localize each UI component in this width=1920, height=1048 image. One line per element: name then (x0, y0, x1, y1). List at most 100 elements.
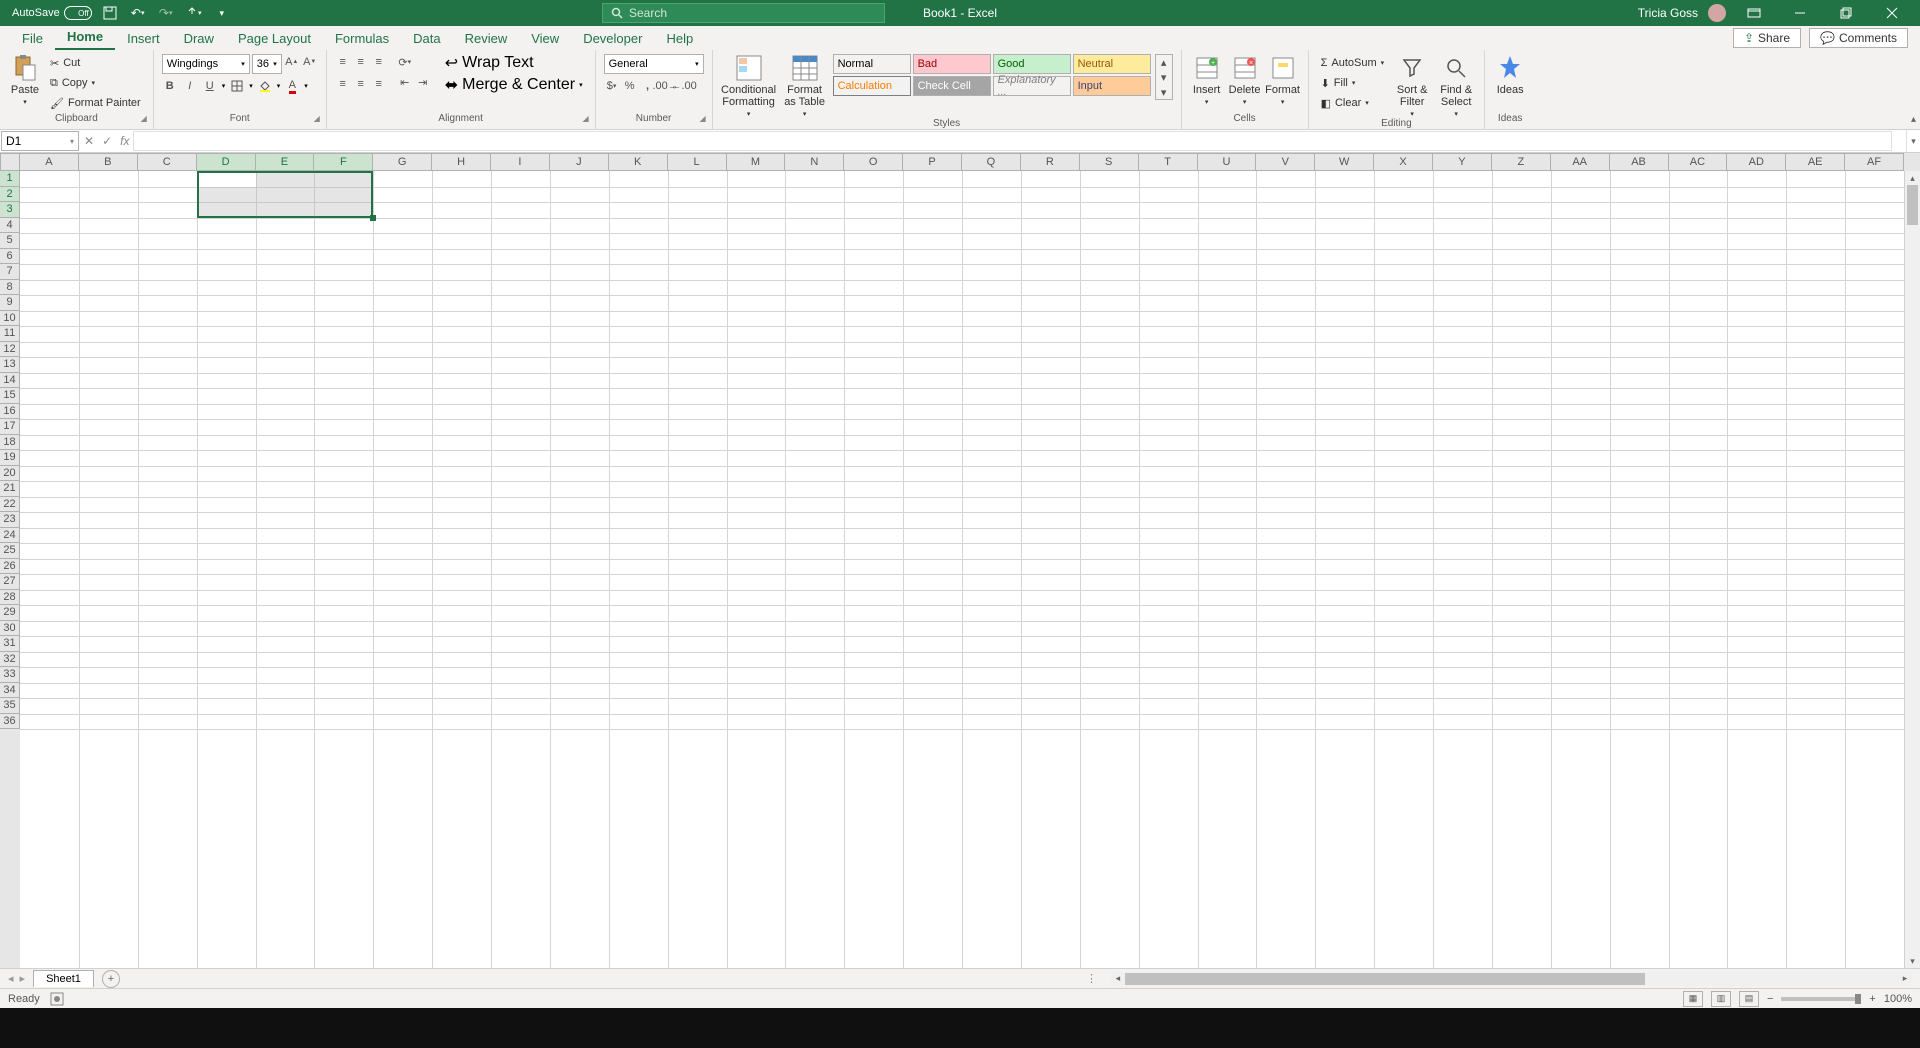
tab-data[interactable]: Data (401, 27, 452, 50)
row-header[interactable]: 23 (0, 512, 20, 528)
column-header[interactable]: X (1374, 153, 1433, 171)
tab-insert[interactable]: Insert (115, 27, 172, 50)
borders-button[interactable] (229, 78, 245, 94)
style-input[interactable]: Input (1073, 76, 1151, 96)
share-button[interactable]: ⇪Share (1733, 28, 1801, 48)
align-top-icon[interactable]: ≡ (335, 54, 351, 70)
column-header[interactable]: AE (1786, 153, 1845, 171)
cancel-formula-icon[interactable]: ✕ (84, 134, 94, 148)
minimize-icon[interactable] (1782, 0, 1818, 26)
conditional-formatting-button[interactable]: Conditional Formatting▾ (721, 54, 777, 118)
sort-filter-button[interactable]: Sort & Filter▾ (1392, 54, 1432, 118)
style-bad[interactable]: Bad (913, 54, 991, 74)
row-header[interactable]: 35 (0, 698, 20, 714)
zoom-level[interactable]: 100% (1884, 993, 1912, 1005)
row-header[interactable]: 2 (0, 187, 20, 203)
row-header[interactable]: 5 (0, 233, 20, 249)
row-header[interactable]: 34 (0, 683, 20, 699)
sheet-nav-prev-icon[interactable]: ◂ (8, 972, 14, 985)
row-header[interactable]: 13 (0, 357, 20, 373)
align-bottom-icon[interactable]: ≡ (371, 54, 387, 70)
save-icon[interactable] (100, 3, 120, 23)
dialog-launcher-icon[interactable]: ◢ (698, 114, 708, 124)
tab-help[interactable]: Help (654, 27, 705, 50)
fill-button[interactable]: ⬇Fill▾ (1317, 74, 1389, 92)
dialog-launcher-icon[interactable]: ◢ (139, 114, 149, 124)
view-page-break-icon[interactable]: ▤ (1739, 991, 1759, 1007)
chevron-down-icon[interactable]: ▾ (304, 82, 308, 90)
accounting-format-icon[interactable]: $▾ (604, 78, 620, 94)
column-header[interactable]: Y (1433, 153, 1492, 171)
view-page-layout-icon[interactable]: ▥ (1711, 991, 1731, 1007)
collapse-ribbon-icon[interactable]: ▴ (1911, 114, 1916, 125)
align-middle-icon[interactable]: ≡ (353, 54, 369, 70)
row-header[interactable]: 16 (0, 404, 20, 420)
qat-customize-icon[interactable]: ▾ (212, 3, 232, 23)
close-icon[interactable] (1874, 0, 1910, 26)
wrap-text-button[interactable]: ↩Wrap Text (441, 54, 587, 72)
row-header[interactable]: 27 (0, 574, 20, 590)
search-box[interactable]: Search (602, 3, 885, 23)
column-header[interactable]: Z (1492, 153, 1551, 171)
tab-view[interactable]: View (519, 27, 571, 50)
style-check-cell[interactable]: Check Cell (913, 76, 991, 96)
row-header[interactable]: 4 (0, 218, 20, 234)
scroll-down-icon[interactable]: ▾ (1905, 954, 1920, 968)
number-format-input[interactable]: General▾ (604, 54, 704, 74)
style-neutral[interactable]: Neutral (1073, 54, 1151, 74)
column-header[interactable]: G (373, 153, 432, 171)
bold-button[interactable]: B (162, 78, 178, 94)
decrease-decimal-icon[interactable]: ←.00 (676, 78, 692, 94)
scroll-thumb[interactable] (1907, 185, 1918, 225)
row-header[interactable]: 21 (0, 481, 20, 497)
column-header[interactable]: H (432, 153, 491, 171)
delete-cells-button[interactable]: × Delete▾ (1228, 54, 1262, 106)
maximize-icon[interactable] (1828, 0, 1864, 26)
format-painter-button[interactable]: 🖌Format Painter (46, 94, 145, 112)
fill-color-button[interactable] (257, 78, 273, 94)
row-header[interactable]: 14 (0, 373, 20, 389)
scroll-left-icon[interactable]: ◂ (1111, 972, 1125, 986)
scroll-thumb[interactable] (1125, 973, 1645, 985)
row-header[interactable]: 33 (0, 667, 20, 683)
tab-developer[interactable]: Developer (571, 27, 654, 50)
paste-button[interactable]: Paste ▾ (8, 54, 42, 106)
column-header[interactable]: S (1080, 153, 1139, 171)
undo-icon[interactable]: ↶▾ (128, 3, 148, 23)
formula-input[interactable] (133, 131, 1892, 151)
column-header[interactable]: AA (1551, 153, 1610, 171)
column-header[interactable]: C (138, 153, 197, 171)
row-header[interactable]: 31 (0, 636, 20, 652)
row-header[interactable]: 18 (0, 435, 20, 451)
decrease-indent-icon[interactable]: ⇤ (397, 74, 413, 90)
fx-icon[interactable]: fx (120, 134, 129, 148)
scroll-right-icon[interactable]: ▸ (1898, 972, 1912, 986)
row-header[interactable]: 7 (0, 264, 20, 280)
increase-indent-icon[interactable]: ⇥ (415, 74, 431, 90)
ribbon-display-icon[interactable] (1736, 0, 1772, 26)
column-header[interactable]: AC (1669, 153, 1728, 171)
column-header[interactable]: AD (1727, 153, 1786, 171)
copy-button[interactable]: ⧉Copy▾ (46, 74, 145, 92)
underline-button[interactable]: U (202, 78, 218, 94)
row-header[interactable]: 9 (0, 295, 20, 311)
column-header[interactable]: J (550, 153, 609, 171)
style-explanatory[interactable]: Explanatory ... (993, 76, 1071, 96)
tab-home[interactable]: Home (55, 25, 115, 50)
column-header[interactable]: V (1256, 153, 1315, 171)
align-center-icon[interactable]: ≡ (353, 76, 369, 92)
format-as-table-button[interactable]: Format as Table▾ (781, 54, 829, 118)
redo-icon[interactable]: ↷▾ (156, 3, 176, 23)
column-header[interactable]: O (844, 153, 903, 171)
column-header[interactable]: M (727, 153, 786, 171)
column-header[interactable]: P (903, 153, 962, 171)
horizontal-scrollbar[interactable]: ◂ ▸ (1111, 972, 1912, 986)
percent-format-icon[interactable]: % (622, 78, 638, 94)
ideas-button[interactable]: Ideas (1493, 54, 1527, 96)
row-header[interactable]: 10 (0, 311, 20, 327)
row-header[interactable]: 6 (0, 249, 20, 265)
zoom-slider[interactable] (1781, 997, 1861, 1001)
fill-handle[interactable] (370, 215, 376, 221)
insert-cells-button[interactable]: + Insert▾ (1190, 54, 1224, 106)
row-header[interactable]: 8 (0, 280, 20, 296)
